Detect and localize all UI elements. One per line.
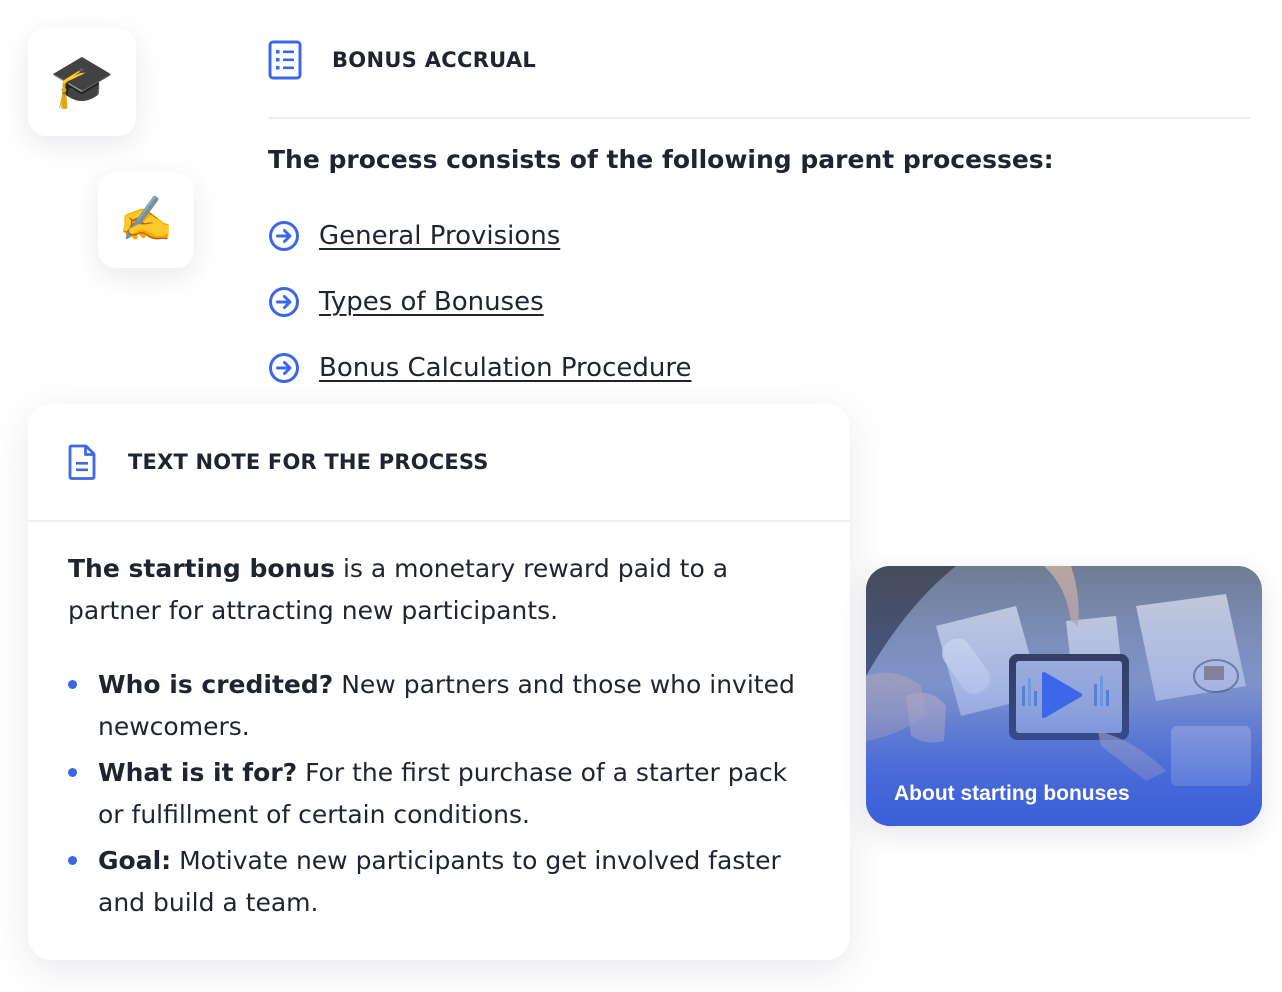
bullet-dot <box>68 680 77 689</box>
link-general-provisions[interactable]: General Provisions <box>319 221 560 251</box>
link-bonus-calculation-procedure[interactable]: Bonus Calculation Procedure <box>319 353 691 383</box>
text-note-header: TEXT NOTE FOR THE PROCESS <box>28 404 850 522</box>
bullet-bold: Goal: <box>98 846 172 875</box>
bullet-bold: What is it for? <box>98 758 298 787</box>
list-item: What is it for? For the first purchase o… <box>68 752 810 836</box>
parent-process-link-row[interactable]: Types of Bonuses <box>268 282 691 322</box>
link-types-of-bonuses[interactable]: Types of Bonuses <box>319 287 544 317</box>
bullet-dot <box>68 856 77 865</box>
parent-process-link-row[interactable]: General Provisions <box>268 216 691 256</box>
graduation-cap-icon: 🎓 <box>49 52 115 112</box>
parent-process-link-row[interactable]: Bonus Calculation Procedure <box>268 348 691 388</box>
video-card[interactable]: About starting bonuses <box>866 566 1262 826</box>
video-caption: About starting bonuses <box>894 782 1130 805</box>
process-title: BONUS ACCRUAL <box>332 48 537 72</box>
process-header: BONUS ACCRUAL <box>268 36 1250 84</box>
writing-hand-icon: ✍️ <box>118 194 174 245</box>
list-item: Who is credited? New partners and those … <box>68 664 810 748</box>
parent-process-list: General Provisions Types of Bonuses Bonu… <box>268 216 691 414</box>
text-note-card: TEXT NOTE FOR THE PROCESS The starting b… <box>28 404 850 960</box>
text-note-body: The starting bonus is a monetary reward … <box>28 522 850 924</box>
header-divider <box>268 117 1250 119</box>
list-item: Goal: Motivate new participants to get i… <box>68 840 810 924</box>
bullet-dot <box>68 768 77 777</box>
file-text-icon <box>68 444 96 480</box>
parent-processes-intro: The process consists of the following pa… <box>268 145 1054 174</box>
arrow-circle-right-icon <box>269 221 299 251</box>
arrow-circle-right-icon <box>269 353 299 383</box>
arrow-circle-right-icon <box>269 287 299 317</box>
graduation-cap-tile: 🎓 <box>28 28 136 136</box>
note-lead-bold: The starting bonus <box>68 554 336 583</box>
text-note-title: TEXT NOTE FOR THE PROCESS <box>128 450 489 474</box>
note-lead-paragraph: The starting bonus is a monetary reward … <box>68 548 810 632</box>
note-bullet-list: Who is credited? New partners and those … <box>68 664 810 924</box>
bullet-text: Motivate new participants to get involve… <box>98 846 781 917</box>
page: 🎓 ✍️ BONUS ACCRUAL The process consists … <box>0 0 1282 992</box>
list-document-icon <box>268 40 302 80</box>
bullet-bold: Who is credited? <box>98 670 334 699</box>
writing-hand-tile: ✍️ <box>98 172 194 268</box>
